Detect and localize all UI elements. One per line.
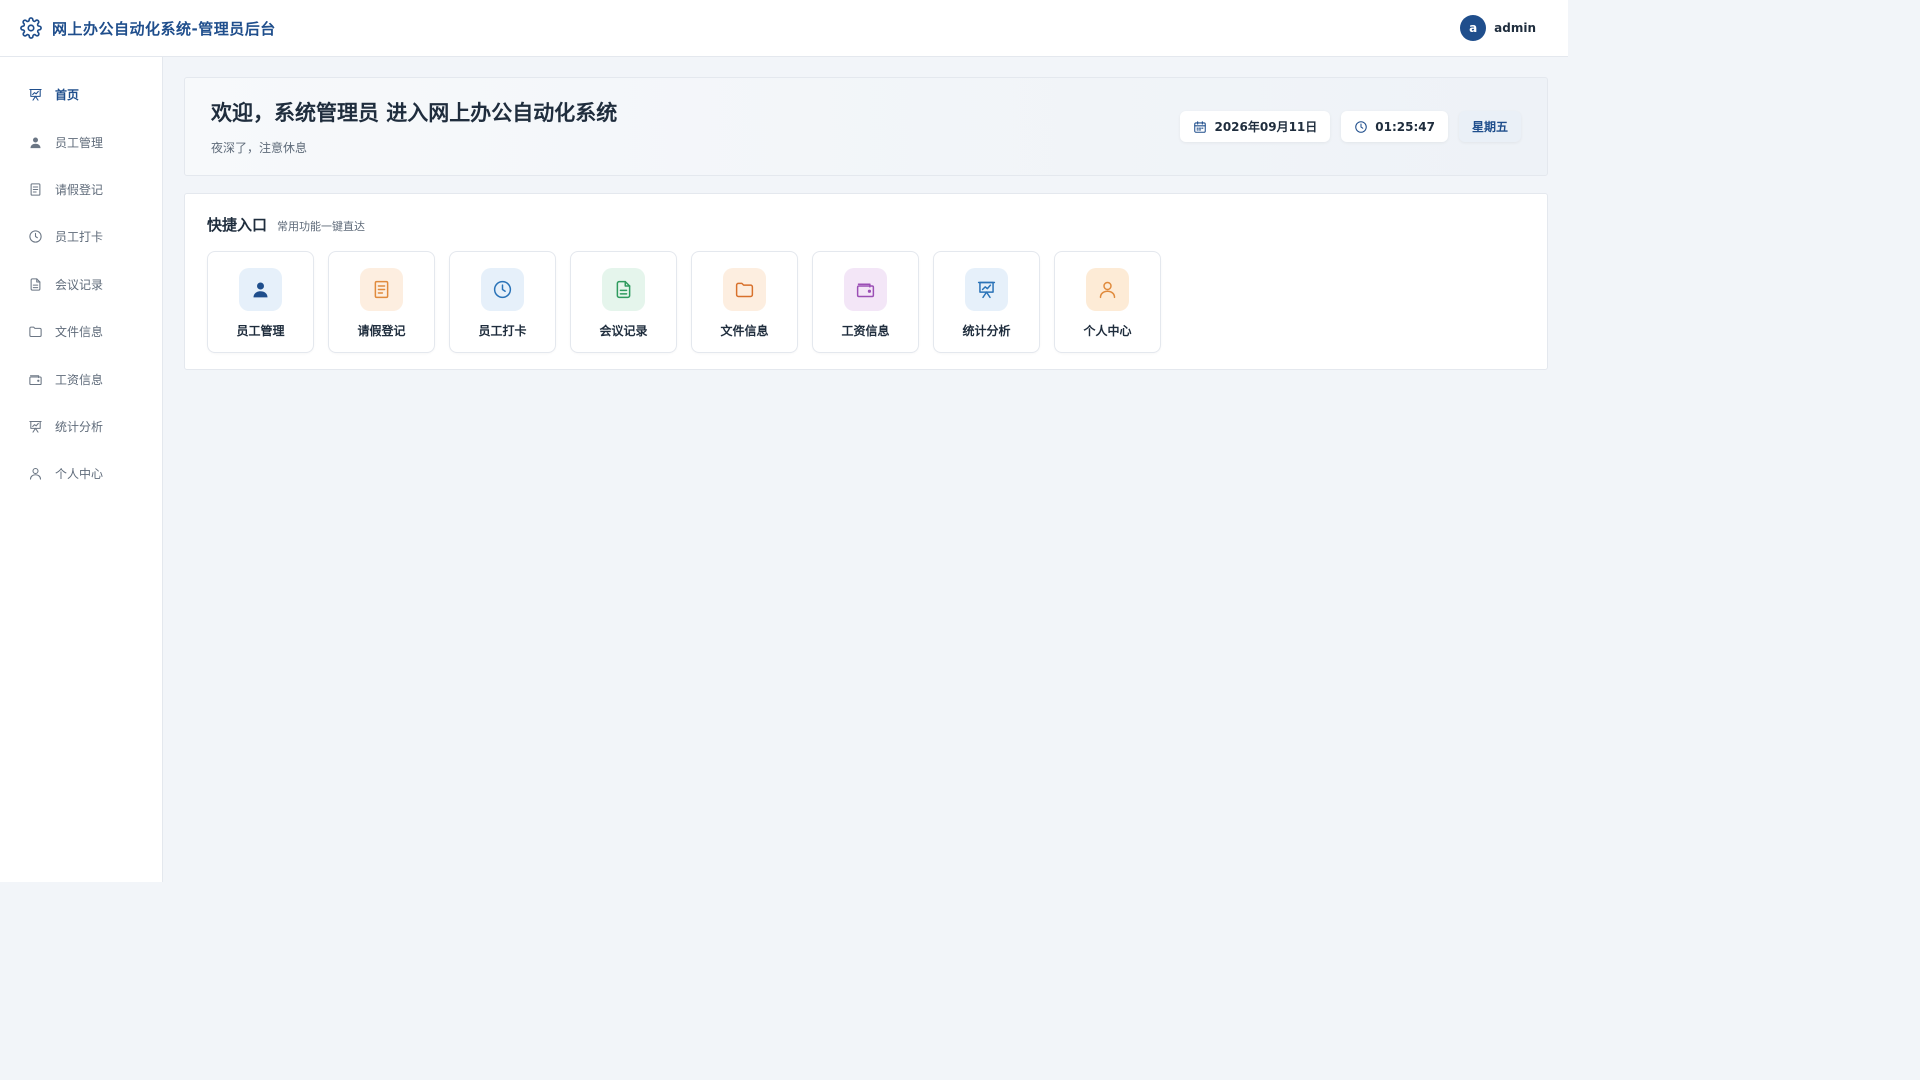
sidebar-item-8[interactable]: 统计分析: [0, 403, 162, 450]
file-text-icon: [602, 268, 645, 311]
welcome-subtitle: 夜深了，注意休息: [211, 141, 308, 155]
quick-card-3[interactable]: 员工打卡: [449, 251, 556, 353]
date-pill: 2026年09月11日: [1180, 111, 1331, 142]
quick-card-label: 员工打卡: [478, 324, 527, 338]
quick-card-label: 工资信息: [841, 324, 890, 338]
quick-card-label: 个人中心: [1083, 324, 1132, 338]
weekday-pill: 星期五: [1458, 111, 1521, 142]
sidebar-item-label: 文件信息: [55, 325, 104, 340]
datetime-pills: 2026年09月11日 01:25:47 星期五: [1180, 111, 1521, 142]
gear-icon: [20, 17, 42, 39]
user-icon: [28, 135, 43, 150]
sidebar-item-7[interactable]: 工资信息: [0, 355, 162, 402]
welcome-title: 欢迎，系统管理员 进入网上办公自动化系统: [211, 101, 618, 125]
quick-card-label: 文件信息: [720, 324, 769, 338]
main-content: 欢迎，系统管理员 进入网上办公自动化系统 夜深了，注意休息 2026年09月11…: [184, 77, 1548, 370]
quick-access-title: 快捷入口: [207, 216, 268, 234]
calendar-icon: [1194, 120, 1207, 133]
user-menu[interactable]: a admin: [1460, 15, 1536, 41]
quick-card-label: 员工管理: [236, 324, 285, 338]
sidebar-item-4[interactable]: 员工打卡: [0, 213, 162, 260]
clock-icon: [1355, 120, 1368, 133]
clock-icon: [28, 229, 43, 244]
user-icon: [239, 268, 282, 311]
sidebar: 首页员工管理请假登记员工打卡会议记录文件信息工资信息统计分析个人中心: [0, 57, 163, 882]
quick-access-panel: 快捷入口 常用功能一键直达 员工管理 请假登记 员工打卡 会议记录 文件信息 工资信息 统计…: [184, 193, 1548, 370]
quick-card-8[interactable]: 个人中心: [1054, 251, 1161, 353]
user-outline-icon: [28, 466, 43, 481]
sidebar-item-3[interactable]: 请假登记: [0, 166, 162, 213]
presentation-chart-icon: [28, 87, 43, 102]
quick-card-6[interactable]: 工资信息: [812, 251, 919, 353]
date-text: 2026年09月11日: [1214, 120, 1318, 134]
sidebar-item-label: 首页: [55, 88, 80, 103]
sidebar-item-label: 会议记录: [55, 277, 104, 292]
quick-card-1[interactable]: 员工管理: [207, 251, 314, 353]
quick-card-label: 请假登记: [357, 324, 406, 338]
folder-icon: [723, 268, 766, 311]
document-icon: [360, 268, 403, 311]
wallet-icon: [28, 372, 43, 387]
file-text-icon: [28, 277, 43, 292]
quick-card-label: 统计分析: [962, 324, 1011, 338]
wallet-icon: [844, 268, 887, 311]
document-icon: [28, 182, 43, 197]
quick-card-label: 会议记录: [599, 324, 648, 338]
time-pill: 01:25:47: [1341, 111, 1448, 142]
weekday-text: 星期五: [1471, 120, 1508, 134]
quick-card-5[interactable]: 文件信息: [691, 251, 798, 353]
sidebar-item-label: 员工管理: [55, 135, 104, 150]
sidebar-item-6[interactable]: 文件信息: [0, 308, 162, 355]
sidebar-item-1[interactable]: 首页: [0, 71, 162, 118]
username[interactable]: admin: [1494, 21, 1536, 35]
app-title: 网上办公自动化系统-管理员后台: [52, 19, 276, 38]
sidebar-item-label: 个人中心: [55, 467, 104, 482]
user-outline-icon: [1086, 268, 1129, 311]
sidebar-item-label: 员工打卡: [55, 230, 104, 245]
presentation-chart-icon: [965, 268, 1008, 311]
sidebar-item-2[interactable]: 员工管理: [0, 118, 162, 165]
sidebar-item-5[interactable]: 会议记录: [0, 261, 162, 308]
top-bar: 网上办公自动化系统-管理员后台 a admin: [0, 0, 1568, 57]
folder-icon: [28, 324, 43, 339]
quick-card-7[interactable]: 统计分析: [933, 251, 1040, 353]
quick-card-4[interactable]: 会议记录: [570, 251, 677, 353]
clock-icon: [481, 268, 524, 311]
time-text: 01:25:47: [1375, 119, 1435, 134]
sidebar-item-label: 统计分析: [55, 419, 104, 434]
sidebar-item-label: 请假登记: [55, 182, 104, 197]
quick-access-cards: 员工管理 请假登记 员工打卡 会议记录 文件信息 工资信息 统计分析 个人中心: [207, 251, 1525, 353]
avatar[interactable]: a: [1460, 15, 1487, 41]
presentation-chart-icon: [28, 419, 43, 434]
sidebar-item-9[interactable]: 个人中心: [0, 450, 162, 497]
brand: 网上办公自动化系统-管理员后台: [20, 17, 276, 39]
sidebar-item-label: 工资信息: [55, 372, 104, 387]
quick-access-subtitle: 常用功能一键直达: [277, 220, 366, 233]
welcome-banner: 欢迎，系统管理员 进入网上办公自动化系统 夜深了，注意休息 2026年09月11…: [184, 77, 1548, 176]
quick-card-2[interactable]: 请假登记: [328, 251, 435, 353]
